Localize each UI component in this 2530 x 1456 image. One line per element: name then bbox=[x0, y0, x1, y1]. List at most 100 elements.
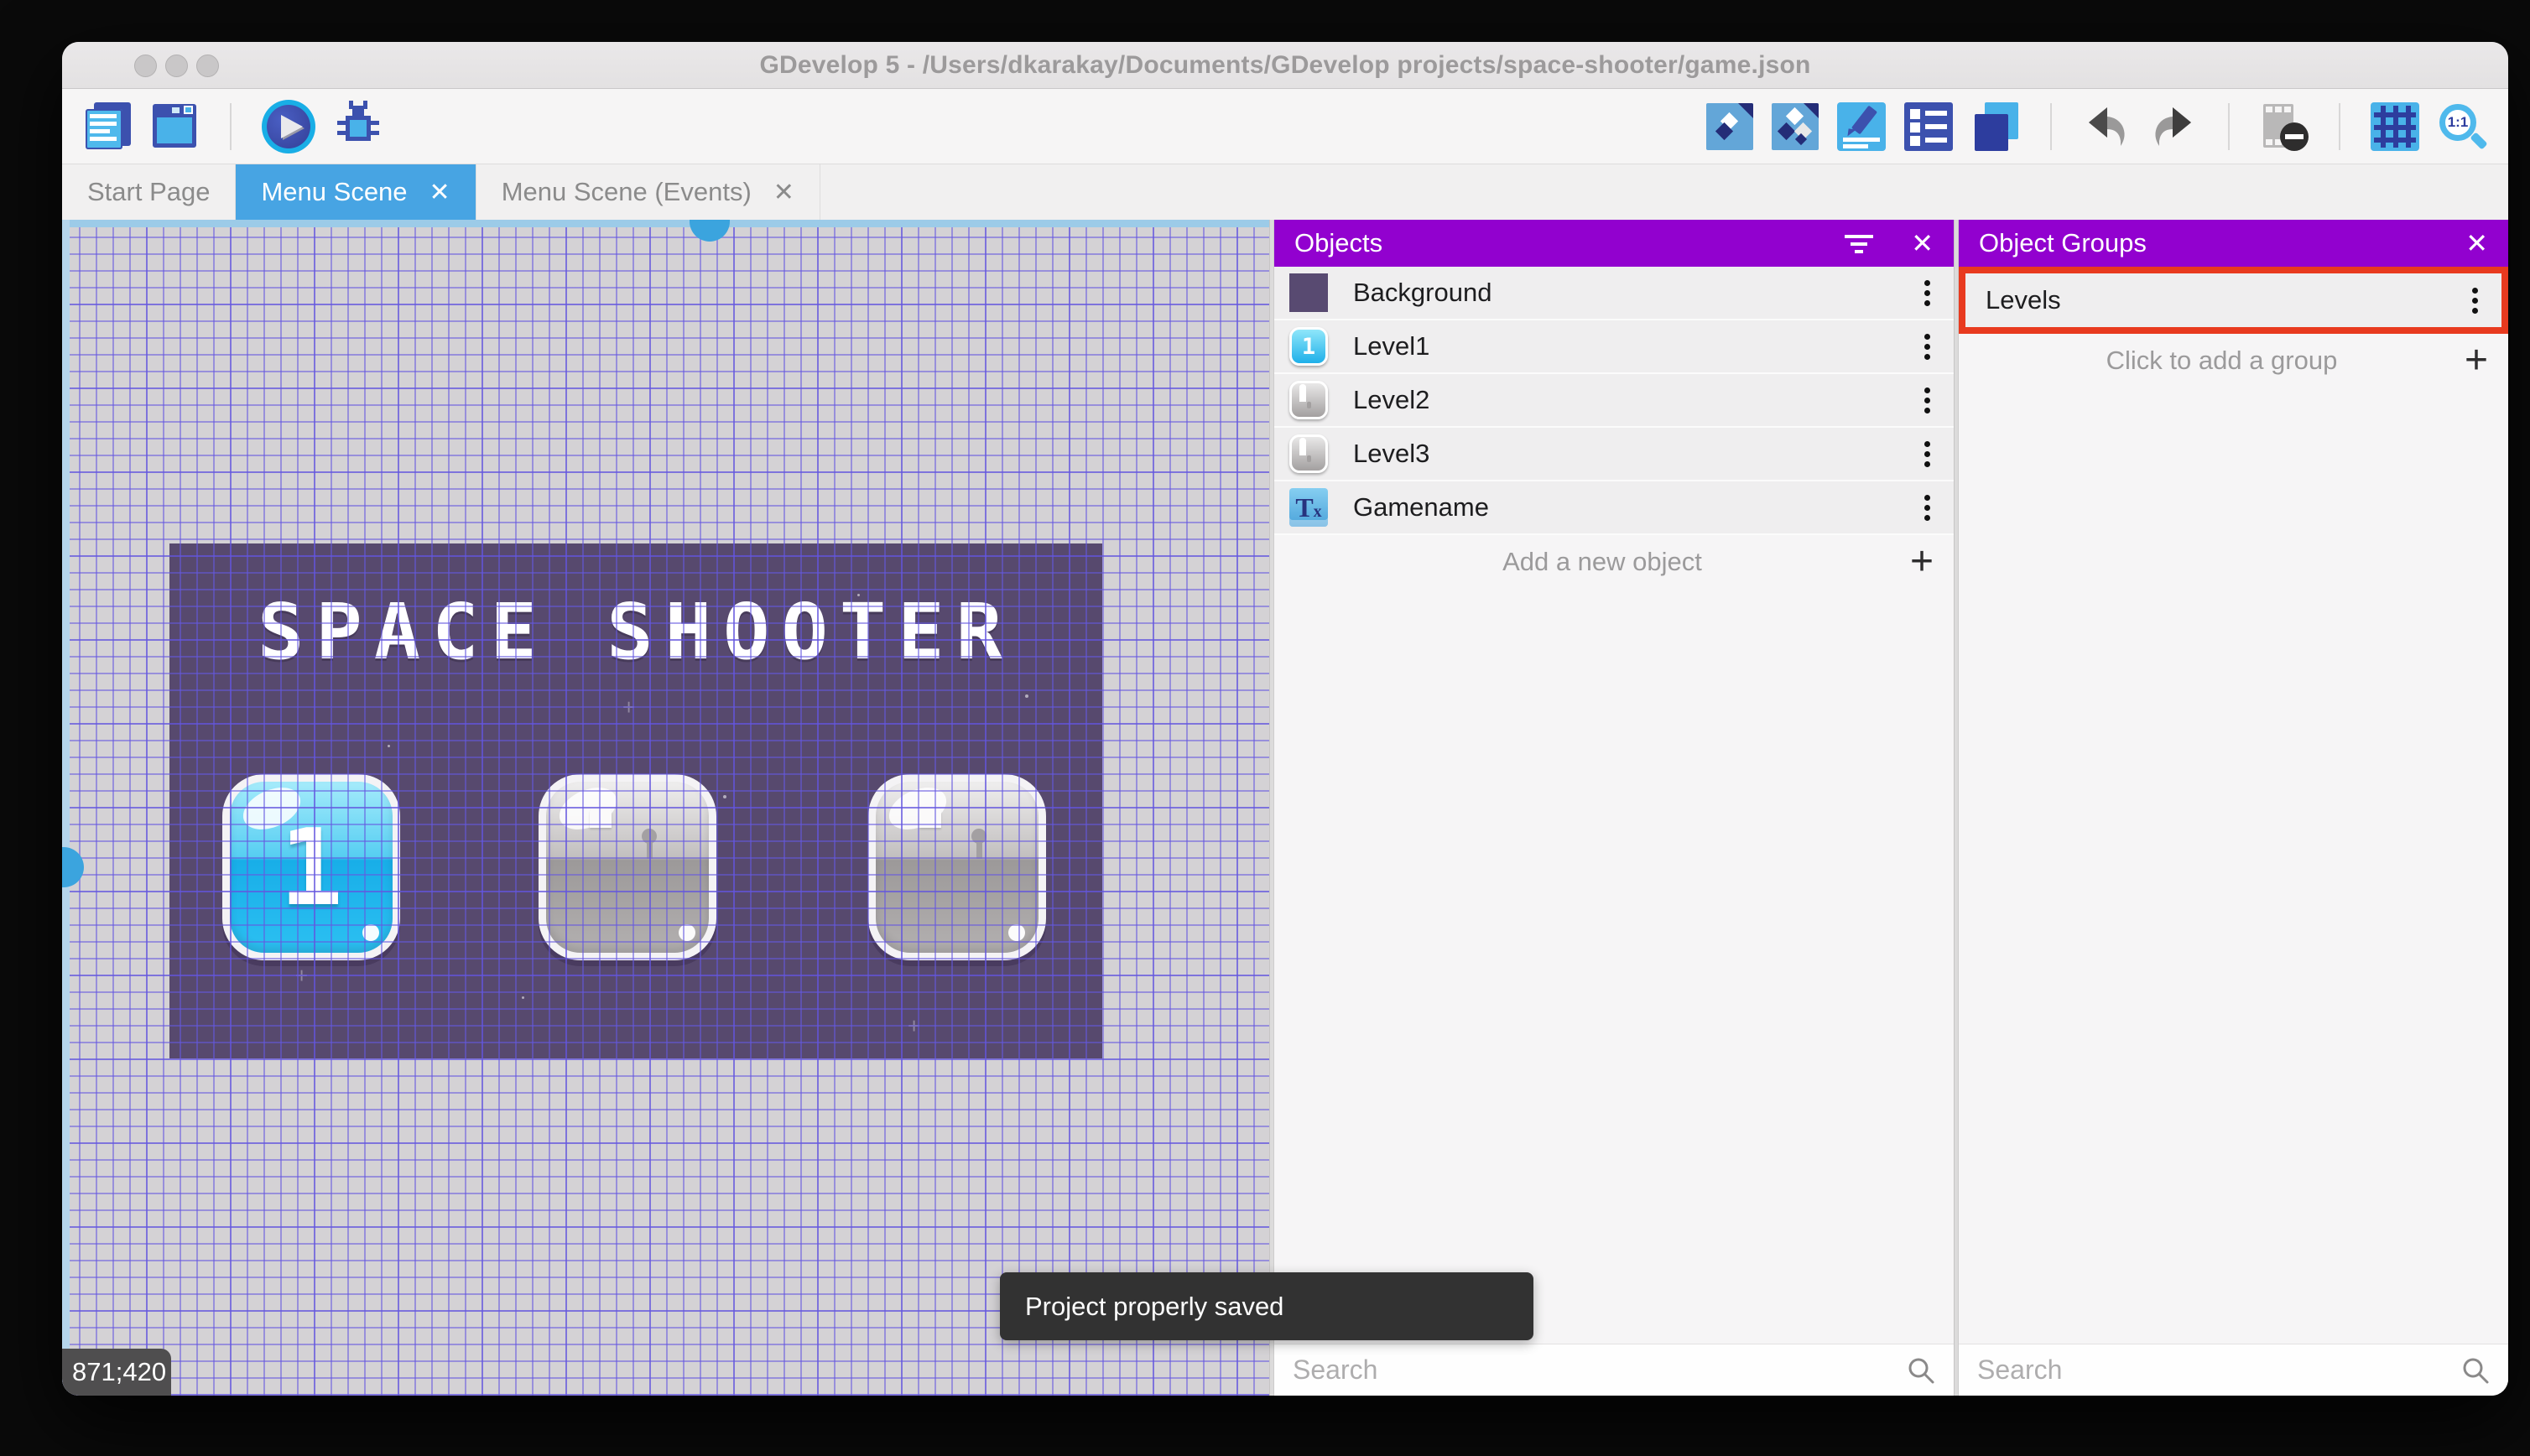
debug-icon[interactable] bbox=[334, 100, 383, 151]
icon-part bbox=[1924, 333, 1930, 340]
object-menu-icon[interactable] bbox=[1916, 491, 1939, 524]
icon-part bbox=[1925, 137, 1947, 143]
level2-button-sprite[interactable] bbox=[539, 774, 716, 960]
tab-menu-scene-events[interactable]: Menu Scene (Events) ✕ bbox=[476, 164, 820, 220]
undo-icon[interactable] bbox=[2082, 102, 2131, 151]
close-panel-icon[interactable]: ✕ bbox=[2465, 230, 2488, 257]
object-row-level1[interactable]: 1 Level1 bbox=[1274, 320, 1954, 374]
toggle-mask-icon[interactable] bbox=[2260, 102, 2309, 151]
level3-button-sprite[interactable] bbox=[868, 774, 1046, 960]
vertical-scrollbar[interactable] bbox=[62, 220, 84, 1396]
icon-part bbox=[590, 803, 612, 828]
zoom-1-1-icon[interactable]: 1:1 bbox=[2438, 102, 2488, 151]
icon-part bbox=[647, 840, 653, 859]
star-decoration bbox=[723, 795, 726, 798]
maximize-window-button[interactable] bbox=[196, 55, 219, 77]
icon-part bbox=[1851, 242, 1868, 246]
horizontal-scrollbar[interactable] bbox=[62, 220, 1269, 242]
object-menu-icon[interactable] bbox=[1916, 277, 1939, 309]
icon-part bbox=[2285, 133, 2304, 139]
objects-search-row bbox=[1274, 1344, 1954, 1396]
icon-part bbox=[1924, 387, 1930, 393]
redo-icon[interactable] bbox=[2149, 102, 2198, 151]
tab-start-page[interactable]: Start Page bbox=[62, 164, 237, 220]
icon-part bbox=[267, 104, 310, 148]
icon-part bbox=[1804, 102, 1819, 118]
filter-icon[interactable] bbox=[1844, 233, 1874, 253]
level1-button-sprite[interactable]: 1 bbox=[222, 774, 400, 960]
add-object-row[interactable]: Add a new object + bbox=[1274, 535, 1954, 589]
groups-search-input[interactable] bbox=[1977, 1355, 2461, 1386]
main-toolbar: 1:1 bbox=[62, 89, 2508, 164]
object-row-level3[interactable]: Level3 bbox=[1274, 428, 1954, 481]
cursor-coordinates-badge: 871;420 bbox=[62, 1349, 171, 1396]
icon-part bbox=[1924, 504, 1930, 511]
scene-objects-icon[interactable] bbox=[1706, 102, 1753, 150]
scene-properties-icon[interactable] bbox=[1837, 101, 1886, 151]
groups-panel-empty-area bbox=[1959, 387, 2508, 1344]
object-row-gamename[interactable]: Tx Gamename bbox=[1274, 481, 1954, 535]
close-window-button[interactable] bbox=[134, 55, 157, 77]
vertical-scrollbar-thumb[interactable] bbox=[62, 847, 84, 887]
object-menu-icon[interactable] bbox=[1916, 438, 1939, 471]
icon-part: x bbox=[1313, 502, 1322, 521]
plus-icon[interactable]: + bbox=[1910, 542, 1934, 582]
play-preview-icon[interactable] bbox=[262, 99, 315, 153]
icon-part bbox=[1777, 122, 1796, 140]
horizontal-scrollbar-thumb[interactable] bbox=[690, 220, 730, 242]
objects-panel-title: Objects bbox=[1294, 228, 1383, 257]
project-manager-icon[interactable] bbox=[84, 101, 133, 151]
icon-part bbox=[281, 114, 303, 138]
icon-part bbox=[363, 100, 367, 109]
button-dot bbox=[362, 924, 379, 941]
instances-list-icon[interactable] bbox=[1904, 101, 1953, 151]
icon-part bbox=[90, 121, 117, 126]
close-tab-icon[interactable]: ✕ bbox=[429, 178, 450, 207]
star-decoration bbox=[1025, 694, 1028, 698]
tab-label: Menu Scene (Events) bbox=[501, 177, 752, 206]
object-label: Level3 bbox=[1353, 439, 1430, 468]
add-group-row[interactable]: Click to add a group + bbox=[1959, 334, 2508, 387]
scene-editor-canvas[interactable]: + + + SPACE SHOOTER 1 871;420 bbox=[62, 220, 1269, 1396]
object-row-background[interactable]: Background bbox=[1274, 267, 1954, 320]
toolbar-separator bbox=[230, 102, 232, 150]
icon-part bbox=[1855, 250, 1864, 253]
window-title: GDevelop 5 - /Users/dkarakay/Documents/G… bbox=[759, 50, 1811, 79]
object-menu-icon[interactable] bbox=[1916, 330, 1939, 363]
icon-part bbox=[1924, 289, 1930, 296]
icon-part bbox=[1847, 127, 1856, 138]
layers-icon[interactable] bbox=[1971, 101, 2020, 151]
group-row-levels[interactable]: Levels bbox=[1965, 273, 2501, 327]
group-menu-icon[interactable] bbox=[2464, 284, 2486, 317]
object-row-level2[interactable]: Level2 bbox=[1274, 374, 1954, 428]
icon-part bbox=[371, 120, 379, 125]
toast-message: Project properly saved bbox=[1025, 1291, 1284, 1321]
plus-icon[interactable]: + bbox=[2465, 341, 2488, 381]
objects-search-input[interactable] bbox=[1293, 1355, 1907, 1386]
game-title-text: SPACE SHOOTER bbox=[257, 587, 1015, 677]
close-panel-icon[interactable]: ✕ bbox=[1911, 230, 1934, 257]
icon-part bbox=[2472, 297, 2478, 304]
grid-icon[interactable] bbox=[2371, 101, 2419, 151]
icon-part bbox=[2266, 138, 2272, 145]
icon-part bbox=[371, 130, 379, 135]
icon-part bbox=[1843, 143, 1868, 148]
icon-part bbox=[2472, 307, 2478, 314]
game-scene[interactable]: + + + SPACE SHOOTER 1 bbox=[169, 543, 1102, 1058]
object-groups-icon[interactable] bbox=[1772, 102, 1819, 150]
icon-part bbox=[1307, 455, 1311, 462]
mini-lock-icon bbox=[1299, 384, 1318, 413]
preview-window-icon[interactable] bbox=[151, 102, 200, 151]
toolbar-left-group bbox=[84, 99, 383, 153]
tab-menu-scene[interactable]: Menu Scene ✕ bbox=[236, 164, 476, 220]
icon-part bbox=[1924, 494, 1930, 501]
minimize-window-button[interactable] bbox=[165, 55, 188, 77]
lock-icon bbox=[590, 803, 665, 921]
icon-part bbox=[919, 803, 941, 828]
tab-bar: Start Page Menu Scene ✕ Menu Scene (Even… bbox=[62, 164, 2508, 220]
objects-panel: Objects ✕ Background 1 Level1 Level2 Lev… bbox=[1274, 220, 1954, 1396]
objects-panel-empty-area bbox=[1274, 589, 1954, 1344]
close-tab-icon[interactable]: ✕ bbox=[773, 178, 794, 207]
toolbar-separator bbox=[2228, 102, 2230, 150]
object-menu-icon[interactable] bbox=[1916, 384, 1939, 417]
